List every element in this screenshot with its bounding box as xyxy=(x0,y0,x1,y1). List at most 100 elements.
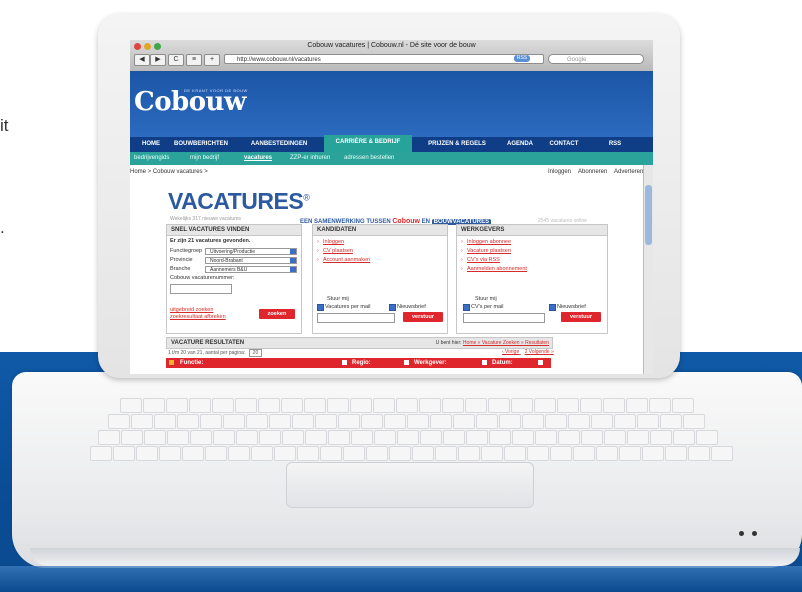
nav-contact[interactable]: CONTACT xyxy=(542,137,586,152)
vacatures-logo: VACATURES® xyxy=(168,188,310,215)
laptop-screen: Cobouw vacatures | Cobouw.nl - Dé site v… xyxy=(130,40,653,374)
keyboard-key xyxy=(108,414,130,429)
keyboard-key xyxy=(626,398,648,413)
nav-prijzen-regels[interactable]: PRIJZEN & REGELS xyxy=(416,137,498,152)
keyboard-key xyxy=(420,430,442,445)
sort-icon[interactable] xyxy=(404,360,409,365)
keyboard-key xyxy=(535,430,557,445)
cvs-per-mail-checkbox[interactable] xyxy=(463,304,470,311)
column-werkgever[interactable]: Werkgever: xyxy=(414,358,447,368)
clear-search-link[interactable]: zoekresultaat afbreken xyxy=(170,314,226,320)
nav-agenda[interactable]: AGENDA xyxy=(502,137,538,152)
cvs-per-mail-label: CV's per mail xyxy=(471,304,504,310)
branche-select[interactable]: Aannemers B&U xyxy=(205,266,297,273)
rss-badge[interactable]: RSS xyxy=(514,55,530,62)
search-input[interactable]: Google xyxy=(548,54,644,64)
text-fragment: . xyxy=(0,218,5,237)
keyboard-key xyxy=(443,430,465,445)
subnav-vacatures[interactable]: vacatures xyxy=(244,152,272,165)
keyboard-key xyxy=(458,446,480,461)
subscribe-link[interactable]: Abonneren xyxy=(578,166,607,178)
werkgevers-nieuwsbrief-checkbox[interactable] xyxy=(549,304,556,311)
nav-aanbestedingen[interactable]: AANBESTEDINGEN xyxy=(238,137,320,152)
rss-small-icon[interactable] xyxy=(169,360,174,365)
kandidaten-verstuur-button[interactable]: verstuur xyxy=(403,312,443,322)
keyboard-key xyxy=(581,430,603,445)
keyboard-key xyxy=(499,414,521,429)
keyboard-key xyxy=(673,430,695,445)
scrollbar-thumb[interactable] xyxy=(645,185,652,245)
keyboard-key xyxy=(619,446,641,461)
keyboard-key xyxy=(453,414,475,429)
keyboard-key xyxy=(361,414,383,429)
keyboard-key xyxy=(591,414,613,429)
results-range: 1 t/m 20 van 21, aantal per pagina: xyxy=(168,350,246,356)
kandidaten-nieuwsbrief-checkbox[interactable] xyxy=(389,304,396,311)
address-bar[interactable]: http://www.cobouw.nl/vacatures xyxy=(224,54,544,64)
status-led xyxy=(739,531,744,536)
keyboard-key xyxy=(136,446,158,461)
nav-rss[interactable]: RSS xyxy=(600,137,630,152)
vacatures-per-mail-checkbox[interactable] xyxy=(317,304,324,311)
subnav-bedrijvengids[interactable]: bedrijvengids xyxy=(134,152,169,165)
keyboard-key xyxy=(166,398,188,413)
functiegroep-select[interactable]: Uitvoering/Productie xyxy=(205,248,297,255)
bookmarks-button[interactable]: ≡ xyxy=(186,54,202,66)
login-link[interactable]: Inloggen xyxy=(548,166,571,178)
sort-icon[interactable] xyxy=(538,360,543,365)
keyboard-key xyxy=(213,430,235,445)
keyboard-key xyxy=(557,398,579,413)
sub-navigation: bedrijvengids mijn bedrijf vacatures ZZP… xyxy=(130,152,653,165)
keyboard-key xyxy=(442,398,464,413)
column-functie[interactable]: Functie: xyxy=(180,358,203,368)
page-scrollbar[interactable] xyxy=(643,165,653,374)
reload-button[interactable]: C xyxy=(168,54,184,66)
inloggen-abonnee-link[interactable]: Inloggen abonnee xyxy=(467,239,511,245)
add-bookmark-button[interactable]: + xyxy=(204,54,220,66)
sort-icon[interactable] xyxy=(482,360,487,365)
keyboard-key xyxy=(558,430,580,445)
keyboard-key xyxy=(649,398,671,413)
subnav-mijn-bedrijf[interactable]: mijn bedrijf xyxy=(190,152,219,165)
nav-bouwberichten[interactable]: BOUWBERICHTEN xyxy=(168,137,234,152)
keyboard-key xyxy=(396,398,418,413)
nav-home[interactable]: HOME xyxy=(136,137,166,152)
registered-mark: ® xyxy=(303,192,310,203)
column-datum[interactable]: Datum: xyxy=(492,358,513,368)
kandidaten-login-link[interactable]: Inloggen xyxy=(323,239,344,245)
cv-plaatsen-link[interactable]: CV plaatsen xyxy=(323,248,353,254)
subnav-zzp-inhuren[interactable]: ZZP-er inhuren xyxy=(290,152,330,165)
search-button[interactable]: zoeken xyxy=(259,309,295,319)
prev-page-link[interactable]: ‹ Vorige xyxy=(502,349,519,355)
account-aanmaken-link[interactable]: Account aanmaken xyxy=(323,257,370,263)
cvs-via-rss-link[interactable]: CV's via RSS xyxy=(467,257,500,263)
next-page-link[interactable]: 2 Volgende » xyxy=(525,349,554,355)
sort-icon[interactable] xyxy=(342,360,347,365)
vacaturenummer-input[interactable] xyxy=(170,284,232,294)
werkgevers-verstuur-button[interactable]: verstuur xyxy=(561,312,601,322)
advertise-link[interactable]: Adverteren xyxy=(614,166,643,178)
subnav-adressen-bestellen[interactable]: adressen bestellen xyxy=(344,152,394,165)
column-regio[interactable]: Regio: xyxy=(352,358,371,368)
keyboard-key xyxy=(637,414,659,429)
search-panel: SNEL VACATURES VINDEN Er zijn 21 vacatur… xyxy=(166,224,302,334)
keyboard-key xyxy=(98,430,120,445)
extended-search-link[interactable]: uitgebreid zoeken xyxy=(170,307,213,313)
kandidaten-email-input[interactable] xyxy=(317,313,395,323)
werkgevers-email-input[interactable] xyxy=(463,313,545,323)
breadcrumb-row: Home > Cobouw vacatures > Inloggen Abonn… xyxy=(130,166,653,178)
vacature-plaatsen-link[interactable]: Vacature plaatsen xyxy=(467,248,511,254)
keyboard-key xyxy=(223,414,245,429)
keyboard-key xyxy=(167,430,189,445)
keyboard-key xyxy=(568,414,590,429)
per-page-select[interactable]: 20 xyxy=(248,349,263,357)
forward-button[interactable]: ▶ xyxy=(150,54,166,66)
provincie-select[interactable]: Noord-Brabant xyxy=(205,257,297,264)
back-button[interactable]: ◀ xyxy=(134,54,150,66)
keyboard-key xyxy=(292,414,314,429)
nav-carriere-bedrijf[interactable]: CARRIÈRE & BEDRIJF xyxy=(324,135,412,152)
results-breadcrumb-link[interactable]: Home » Vacature Zoeken » Resultaten xyxy=(463,340,549,346)
aanmelden-abonnement-link[interactable]: Aanmelden abonnement xyxy=(467,266,527,272)
keyboard-key xyxy=(297,446,319,461)
breadcrumb[interactable]: Home > Cobouw vacatures > xyxy=(130,166,208,178)
